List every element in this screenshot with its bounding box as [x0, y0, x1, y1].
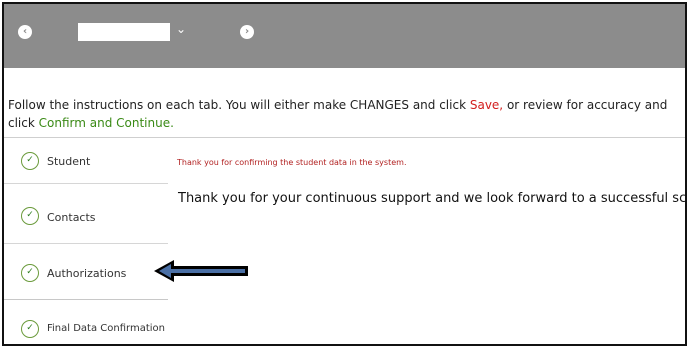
left-arrow-icon [154, 260, 248, 282]
sidebar-item-label: Contacts [47, 211, 96, 224]
confirm-and-continue-keyword: Confirm and Continue. [38, 116, 174, 130]
check-circle-icon: ✓ [21, 264, 39, 282]
sidebar-item-label: Student [47, 155, 91, 168]
check-circle-icon: ✓ [21, 320, 39, 338]
confirmation-message: Thank you for confirming the student dat… [177, 158, 407, 167]
sidebar-tabs: ✓ Student ✓ Contacts ✓ Authorizations ✓ … [4, 138, 168, 344]
top-navigation-bar: ‹ ⌄ › [4, 4, 685, 68]
chevron-left-icon[interactable]: ‹ [18, 25, 32, 39]
instructions-prefix: Follow the instructions on each tab. You… [8, 98, 470, 112]
check-circle-icon: ✓ [21, 152, 39, 170]
redacted-student-name [78, 23, 170, 41]
thanks-message: Thank you for your continuous support an… [178, 191, 687, 206]
save-keyword: Save, [469, 98, 504, 112]
sidebar-item-authorizations[interactable]: ✓ Authorizations [4, 244, 168, 300]
sidebar-item-final-data-confirmation[interactable]: ✓ Final Data Confirmation [4, 300, 168, 344]
chevron-down-icon: ⌄ [176, 22, 187, 36]
check-circle-icon: ✓ [21, 207, 39, 225]
instructions-text: Follow the instructions on each tab. You… [8, 96, 680, 132]
chevron-right-icon[interactable]: › [240, 25, 254, 39]
sidebar-item-label: Final Data Confirmation [47, 323, 165, 334]
app-window: ‹ ⌄ › Follow the instructions on each ta… [2, 2, 687, 346]
student-selector-dropdown[interactable]: ⌄ [78, 22, 188, 41]
sidebar-item-label: Authorizations [47, 267, 127, 280]
sidebar-item-student[interactable]: ✓ Student [4, 138, 168, 184]
sidebar-item-contacts[interactable]: ✓ Contacts [4, 184, 168, 244]
